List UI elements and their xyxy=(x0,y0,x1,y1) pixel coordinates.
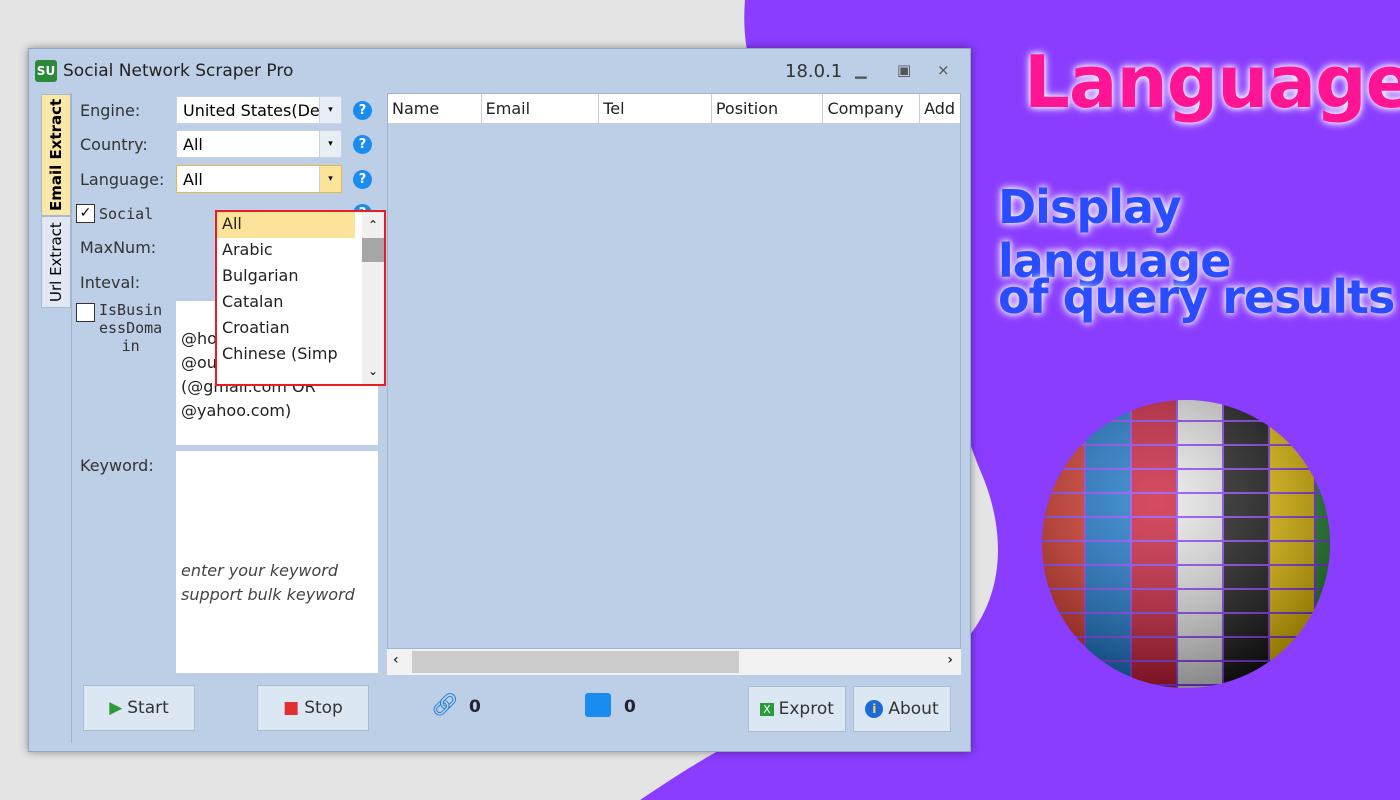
flag-tile xyxy=(1316,662,1330,684)
placeholder-line: support bulk keyword xyxy=(181,585,355,604)
flag-tile xyxy=(1316,400,1330,420)
column-header[interactable]: Email xyxy=(482,94,600,123)
help-icon[interactable]: ? xyxy=(353,170,372,189)
link-count: 0 xyxy=(469,697,481,717)
help-icon[interactable]: ? xyxy=(353,135,372,154)
app-window: SU Social Network Scraper Pro 18.0.1 ▁ ▣… xyxy=(28,48,971,752)
scroll-up-icon[interactable]: ⌃ xyxy=(362,212,384,238)
label-line: essDoma xyxy=(99,319,163,337)
flag-tile xyxy=(1042,662,1084,684)
maxnum-label: MaxNum: xyxy=(80,238,157,257)
social-label: Social xyxy=(99,205,154,223)
flag-tile xyxy=(1316,638,1330,660)
language-option[interactable]: Catalan xyxy=(217,290,384,316)
stop-label: Stop xyxy=(304,698,343,718)
stop-button[interactable]: ■ Stop xyxy=(257,685,369,731)
help-icon[interactable]: ? xyxy=(353,101,372,120)
email-count: 0 xyxy=(624,697,636,717)
scroll-down-icon[interactable]: ⌄ xyxy=(362,358,384,384)
stop-icon: ■ xyxy=(283,698,300,718)
link-icon: 🔗︎ xyxy=(431,693,459,718)
language-option[interactable]: Croatian xyxy=(217,316,384,342)
column-header[interactable]: Company xyxy=(823,94,921,123)
scroll-left-icon[interactable]: ‹ xyxy=(393,652,399,668)
promo-title: Language xyxy=(1024,40,1400,124)
flag-tile xyxy=(1316,686,1330,688)
inteval-label: Inteval: xyxy=(80,273,141,292)
chevron-down-icon[interactable]: ▾ xyxy=(319,166,341,192)
mail-icon xyxy=(585,693,611,717)
window-title: Social Network Scraper Pro xyxy=(63,61,294,81)
engine-label: Engine: xyxy=(80,101,141,120)
start-button[interactable]: ▶ Start xyxy=(83,685,195,731)
column-header[interactable]: Name xyxy=(388,94,482,123)
about-label: About xyxy=(888,699,939,719)
scrollbar-thumb[interactable] xyxy=(412,651,739,673)
table-header: Name Email Tel Position Company Add xyxy=(388,94,960,124)
language-dropdown-list: All Arabic Bulgarian Catalan Croatian Ch… xyxy=(215,210,386,386)
about-button[interactable]: i About xyxy=(853,686,951,732)
business-domain-label: IsBusin essDoma in xyxy=(99,301,162,355)
language-label: Language: xyxy=(80,170,165,189)
language-option[interactable]: Chinese (Simp xyxy=(217,342,384,368)
flag-tile xyxy=(1270,662,1314,684)
flag-tile xyxy=(1224,686,1268,688)
country-label: Country: xyxy=(80,135,148,154)
column-header[interactable]: Tel xyxy=(599,94,712,123)
flag-tile xyxy=(1042,422,1084,444)
keyword-textarea[interactable]: enter your keyword support bulk keyword xyxy=(176,451,378,673)
flag-tile xyxy=(1042,686,1084,688)
promo-line2: of query results xyxy=(998,270,1395,324)
column-header[interactable]: Add xyxy=(920,94,960,123)
scroll-right-icon[interactable]: › xyxy=(947,652,953,668)
engine-select[interactable]: United States(De ▾ xyxy=(176,96,342,124)
chevron-down-icon[interactable]: ▾ xyxy=(319,97,341,123)
version-label: 18.0.1 xyxy=(785,61,843,82)
flag-tile xyxy=(1316,422,1330,444)
play-icon: ▶ xyxy=(109,698,123,718)
social-checkbox[interactable]: ✓ xyxy=(76,204,95,223)
domain-line: @yahoo.com) xyxy=(181,401,292,420)
business-domain-checkbox[interactable] xyxy=(76,303,95,322)
country-value: All xyxy=(183,135,203,154)
flag-tile xyxy=(1270,686,1314,688)
language-option[interactable]: Bulgarian xyxy=(217,264,384,290)
excel-icon: X xyxy=(760,702,774,716)
flag-tile xyxy=(1316,614,1330,636)
engine-value: United States(De xyxy=(183,101,320,120)
minimize-button[interactable]: ▁ xyxy=(855,61,867,79)
language-value: All xyxy=(183,170,203,189)
flag-tile xyxy=(1042,638,1084,660)
flag-tile xyxy=(1270,400,1314,420)
tab-url-extract[interactable]: Url Extract xyxy=(41,216,71,308)
keyword-label: Keyword: xyxy=(80,456,154,475)
flag-tile xyxy=(1316,446,1330,468)
start-label: Start xyxy=(127,698,169,718)
country-select[interactable]: All ▾ xyxy=(176,130,342,158)
flag-tile xyxy=(1042,400,1084,420)
flag-globe-image xyxy=(1042,400,1330,688)
flag-tile xyxy=(1086,686,1130,688)
scrollbar-thumb[interactable] xyxy=(362,238,384,262)
label-line: in xyxy=(121,337,140,355)
horizontal-scrollbar[interactable]: ‹ › xyxy=(387,649,961,675)
language-select[interactable]: All ▾ xyxy=(176,165,342,193)
info-icon: i xyxy=(865,700,884,718)
language-option[interactable]: Arabic xyxy=(217,238,384,264)
results-table: Name Email Tel Position Company Add xyxy=(387,93,961,649)
export-button[interactable]: X Exprot xyxy=(748,686,846,732)
app-logo-icon: SU xyxy=(35,60,57,82)
maximize-button[interactable]: ▣ xyxy=(897,61,911,79)
column-header[interactable]: Position xyxy=(712,94,824,123)
chevron-down-icon[interactable]: ▾ xyxy=(319,131,341,157)
label-line: IsBusin xyxy=(99,301,163,319)
placeholder-line: enter your keyword xyxy=(181,561,339,580)
export-label: Exprot xyxy=(778,699,834,719)
settings-panel: Engine: United States(De ▾ ? Country: All… xyxy=(71,93,386,743)
tab-email-extract[interactable]: Email Extract xyxy=(41,94,71,216)
close-button[interactable]: ⨯ xyxy=(937,61,950,79)
language-option[interactable]: All xyxy=(217,212,355,238)
